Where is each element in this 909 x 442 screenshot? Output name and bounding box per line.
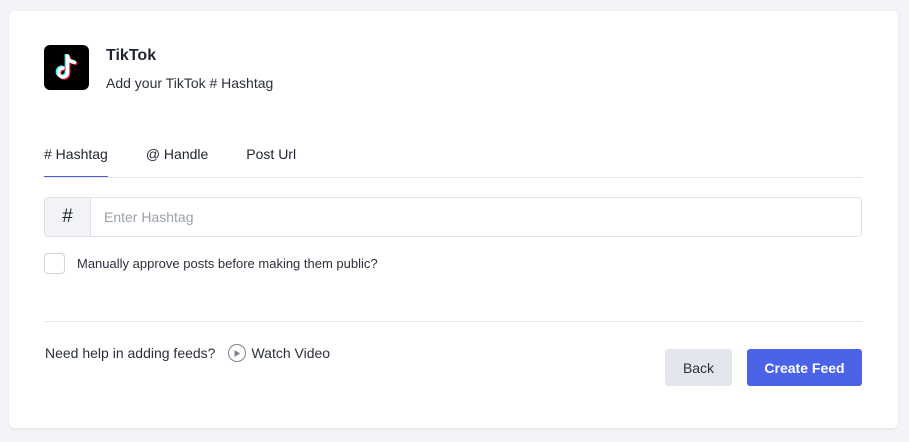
source-title: TikTok xyxy=(106,47,157,64)
watch-video-link[interactable]: Watch Video xyxy=(228,344,330,362)
approve-posts-checkbox[interactable] xyxy=(44,253,65,274)
help-text: Need help in adding feeds? xyxy=(45,345,216,361)
create-feed-card: TikTok Add your TikTok # Hashtag # Hasht… xyxy=(9,11,898,428)
feed-type-tabs: # Hashtag @ Handle Post Url xyxy=(44,142,862,178)
watch-video-label: Watch Video xyxy=(251,345,331,361)
approve-posts-label: Manually approve posts before making the… xyxy=(77,256,378,271)
source-header: TikTok Add your TikTok # Hashtag xyxy=(44,45,273,92)
back-button[interactable]: Back xyxy=(665,349,732,386)
tab-hashtag[interactable]: # Hashtag xyxy=(44,142,108,177)
create-feed-button[interactable]: Create Feed xyxy=(747,349,862,386)
hashtag-input-group: # xyxy=(44,197,862,237)
hashtag-input[interactable] xyxy=(91,198,861,236)
approve-posts-row: Manually approve posts before making the… xyxy=(44,253,378,274)
help-section: Need help in adding feeds? Watch Video xyxy=(45,344,330,362)
footer-divider xyxy=(44,321,862,322)
play-circle-icon xyxy=(228,344,247,362)
tiktok-logo-icon xyxy=(44,45,89,90)
tab-handle[interactable]: @ Handle xyxy=(146,142,208,176)
tab-post-url[interactable]: Post Url xyxy=(246,142,296,176)
hash-prefix-icon: # xyxy=(45,198,91,236)
source-subtitle: Add your TikTok # Hashtag xyxy=(106,75,274,91)
